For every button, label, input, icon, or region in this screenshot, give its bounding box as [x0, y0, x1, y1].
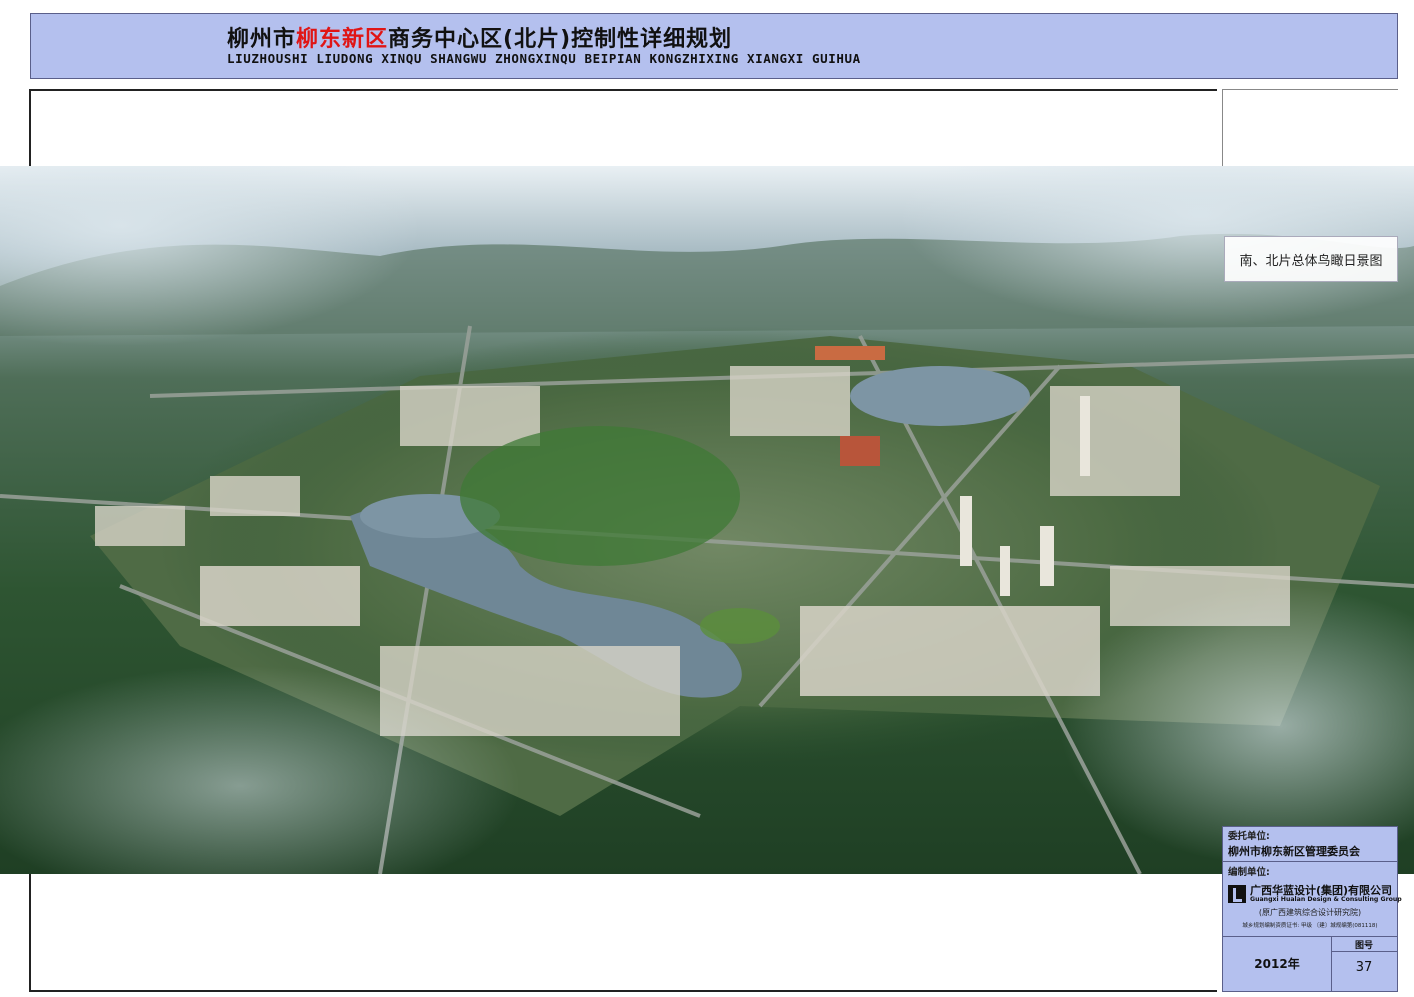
aerial-rendering-image [0, 166, 1414, 874]
client-label: 委托单位: [1228, 831, 1270, 842]
divider [1223, 936, 1397, 937]
title-highlight: 柳东新区 [296, 27, 389, 52]
company-former-name: (原广西建筑综合设计研究院) [1258, 908, 1362, 917]
page-title-pinyin: LIUZHOUSHI LIUDONG XINQU SHANGWU ZHONGXI… [227, 51, 861, 66]
company-name-en: Guangxi Hualan Design & Consulting Group [1250, 896, 1402, 903]
client-name: 柳州市柳东新区管理委员会 [1228, 845, 1360, 858]
figure-number: 37 [1355, 960, 1373, 975]
title-block: 委托单位: 柳州市柳东新区管理委员会 编制单位: 广西华蓝设计(集团)有限公司 … [1222, 826, 1402, 992]
certificate-text: 城乡规划编制资质证书: 甲级 〔建〕城规编第(081118) [1242, 923, 1378, 929]
divider [1331, 951, 1397, 952]
year: 2012年 [1254, 957, 1300, 971]
page-title: 柳州市柳东新区商务中心区(北片)控制性详细规划 [227, 27, 733, 52]
company-logo-icon [1228, 885, 1246, 903]
maker-label: 编制单位: [1228, 867, 1270, 878]
view-caption: 南、北片总体鸟瞰日景图 [1224, 236, 1398, 282]
figure-number-label: 图号 [1354, 941, 1373, 951]
divider [1223, 861, 1397, 862]
title-banner: 柳州市柳东新区商务中心区(北片)控制性详细规划 LIUZHOUSHI LIUDO… [30, 13, 1398, 79]
